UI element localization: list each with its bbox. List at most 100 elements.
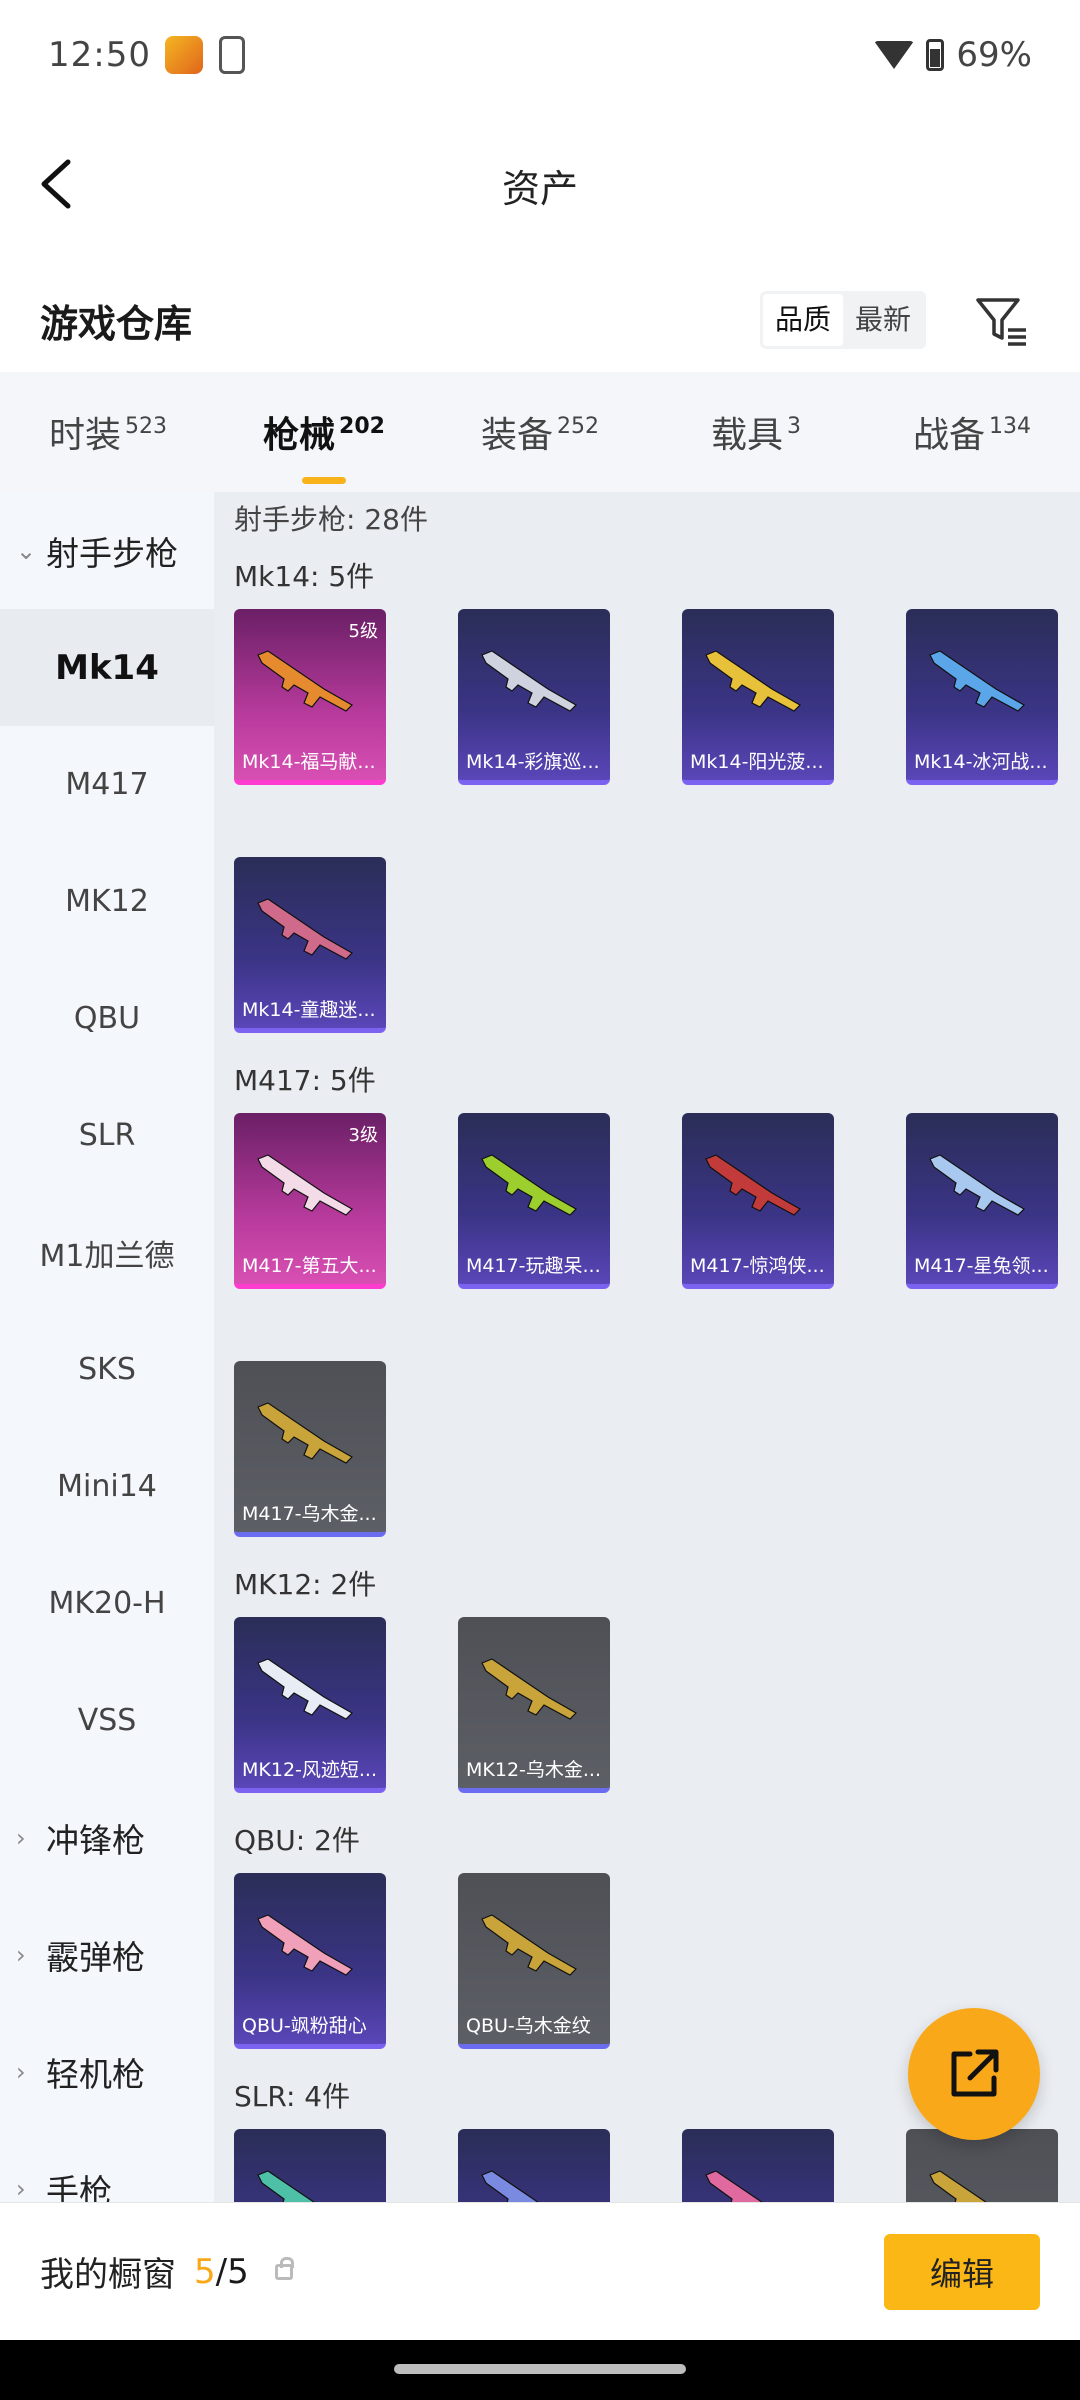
battery-icon: [926, 39, 945, 71]
skin-card[interactable]: Mk14-阳光菠...: [682, 609, 834, 785]
lock-icon: [274, 2256, 294, 2280]
back-arrow-icon[interactable]: [32, 156, 88, 212]
rifle-icon: [929, 2170, 987, 2202]
skin-card[interactable]: MK12-乌木金...: [458, 1617, 610, 1793]
rifle-icon: [705, 650, 801, 712]
skin-card[interactable]: QBU-飒粉甜心: [234, 1873, 386, 2049]
rifle-icon: [257, 1402, 353, 1464]
rifle-icon: [257, 1658, 353, 1720]
edit-button[interactable]: 编辑: [884, 2233, 1040, 2310]
sort-quality-button[interactable]: 品质: [762, 294, 843, 346]
skin-name: M417-惊鸿侠...: [690, 1255, 825, 1277]
sidebar-item-slr[interactable]: SLR: [0, 1077, 214, 1194]
home-gesture-handle[interactable]: [394, 2364, 686, 2374]
sidebar-category-lmg[interactable]: › 轻机枪: [0, 2013, 214, 2130]
skin-card[interactable]: [234, 2129, 386, 2202]
skin-card[interactable]: M417-玩趣呆...: [458, 1113, 610, 1289]
status-time: 12:50: [48, 35, 151, 75]
rifle-icon: [481, 650, 577, 712]
sidebar-item-qbu[interactable]: QBU: [0, 960, 214, 1077]
sidebar-item-sks[interactable]: SKS: [0, 1311, 214, 1428]
group-title: QBU: 2件: [234, 1824, 360, 1857]
app-notification-icon: [164, 36, 203, 74]
chevron-right-icon: ›: [16, 1823, 26, 1852]
skin-list: 射手步枪: 28件 Mk14: 5件 5级 Mk14-福马献... Mk14-彩旗巡.…: [214, 492, 1080, 2202]
tab-supplies[interactable]: 战备 134: [864, 406, 1080, 458]
sidebar-category-label: 手枪: [46, 2171, 112, 2203]
tab-vehicles[interactable]: 载具 3: [648, 406, 864, 458]
skin-name: M417-第五大...: [242, 1255, 377, 1277]
external-link-icon: [951, 2049, 999, 2097]
skin-groups: Mk14: 5件 5级 Mk14-福马献... Mk14-彩旗巡... Mk14-阳光菠…: [234, 547, 1080, 2202]
sidebar-item-vss[interactable]: VSS: [0, 1662, 214, 1779]
chevron-down-icon: ⌄: [16, 536, 37, 565]
rifle-icon: [257, 650, 353, 712]
sort-newest-button[interactable]: 最新: [843, 294, 923, 346]
rifle-icon: [705, 2170, 763, 2202]
skin-card[interactable]: [682, 2129, 834, 2202]
sidebar-item-mini14[interactable]: Mini14: [0, 1428, 214, 1545]
battery-percent: 69%: [956, 35, 1032, 75]
sidebar-item-mk14[interactable]: Mk14: [0, 609, 214, 726]
sort-toggle: 品质 最新: [759, 291, 926, 349]
rifle-icon: [481, 2170, 539, 2202]
sidebar-item-m417[interactable]: M417: [0, 726, 214, 843]
skin-name: MK12-乌木金...: [466, 1759, 602, 1781]
sidebar-category-label: 霰弹枪: [46, 1937, 145, 1977]
page-title: 资产: [501, 166, 578, 211]
skin-card[interactable]: Mk14-冰河战...: [906, 609, 1058, 785]
skin-grid: 5级 Mk14-福马献... Mk14-彩旗巡... Mk14-阳光菠... Mk14-…: [234, 597, 1080, 1033]
skin-card[interactable]: QBU-乌木金纹: [458, 1873, 610, 2049]
skin-card[interactable]: MK12-风迹短...: [234, 1617, 386, 1793]
chevron-right-icon: ›: [16, 2057, 26, 2086]
skin-card[interactable]: [906, 2129, 1058, 2202]
sidebar-item-m1garand[interactable]: M1加兰德: [0, 1194, 214, 1311]
skin-card[interactable]: M417-乌木金...: [234, 1361, 386, 1537]
showcase-label: 我的橱窗: [40, 2255, 176, 2295]
tab-count: 134: [989, 414, 1031, 439]
category-tabs: 时装 523 枪械 202 装备 252 载具 3 战备 134: [0, 372, 1080, 492]
skin-name: Mk14-阳光菠...: [690, 751, 824, 773]
skin-card[interactable]: Mk14-彩旗巡...: [458, 609, 610, 785]
skin-name: Mk14-童趣迷...: [242, 999, 376, 1021]
rifle-icon: [929, 1154, 1025, 1216]
skin-name: M417-乌木金...: [242, 1503, 377, 1525]
showcase-current: 5: [194, 2251, 216, 2292]
sidebar-category-pistol[interactable]: › 手枪: [0, 2130, 214, 2203]
sidebar-category-smg[interactable]: › 冲锋枪: [0, 1779, 214, 1896]
sidebar-category-marksman[interactable]: ⌄ 射手步枪: [0, 492, 214, 609]
rifle-icon: [257, 1914, 353, 1976]
rifle-icon: [481, 1914, 577, 1976]
showcase-bar: 我的橱窗 5/5 编辑: [0, 2202, 1080, 2340]
rifle-icon: [257, 2170, 315, 2202]
skin-name: QBU-飒粉甜心: [242, 2015, 367, 2037]
share-fab[interactable]: [908, 2008, 1040, 2140]
rifle-icon: [705, 1154, 801, 1216]
sidebar-item-mk12[interactable]: MK12: [0, 843, 214, 960]
skin-card[interactable]: M417-星兔领...: [906, 1113, 1058, 1289]
skin-card[interactable]: 3级 M417-第五大...: [234, 1113, 386, 1289]
sidebar-item-mk20h[interactable]: MK20-H: [0, 1545, 214, 1662]
filter-icon[interactable]: [974, 292, 1030, 348]
skin-card[interactable]: 5级 Mk14-福马献...: [234, 609, 386, 785]
rifle-icon: [929, 650, 1025, 712]
tab-count: 252: [557, 414, 599, 439]
tab-fashion[interactable]: 时装 523: [0, 406, 216, 458]
tab-count: 3: [787, 414, 801, 439]
sidebar-category-shotgun[interactable]: › 霰弹枪: [0, 1896, 214, 2013]
tab-label: 时装: [48, 415, 121, 456]
tab-weapons[interactable]: 枪械 202: [216, 406, 432, 458]
skin-name: M417-玩趣呆...: [466, 1255, 601, 1277]
skin-card[interactable]: [458, 2129, 610, 2202]
group-title: Mk14: 5件: [234, 560, 375, 593]
group-title: MK12: 2件: [234, 1568, 377, 1601]
rifle-icon: [481, 1658, 577, 1720]
skin-name: M417-星兔领...: [914, 1255, 1049, 1277]
skin-card[interactable]: M417-惊鸿侠...: [682, 1113, 834, 1289]
rifle-icon: [481, 1154, 577, 1216]
tab-equipment[interactable]: 装备 252: [432, 406, 648, 458]
weapon-sidebar: ⌄ 射手步枪 Mk14 M417 MK12 QBU SLR M1加兰德 SKS …: [0, 492, 214, 2202]
tab-label: 战备: [912, 415, 985, 456]
skin-card[interactable]: Mk14-童趣迷...: [234, 857, 386, 1033]
level-badge: 5级: [348, 621, 378, 642]
